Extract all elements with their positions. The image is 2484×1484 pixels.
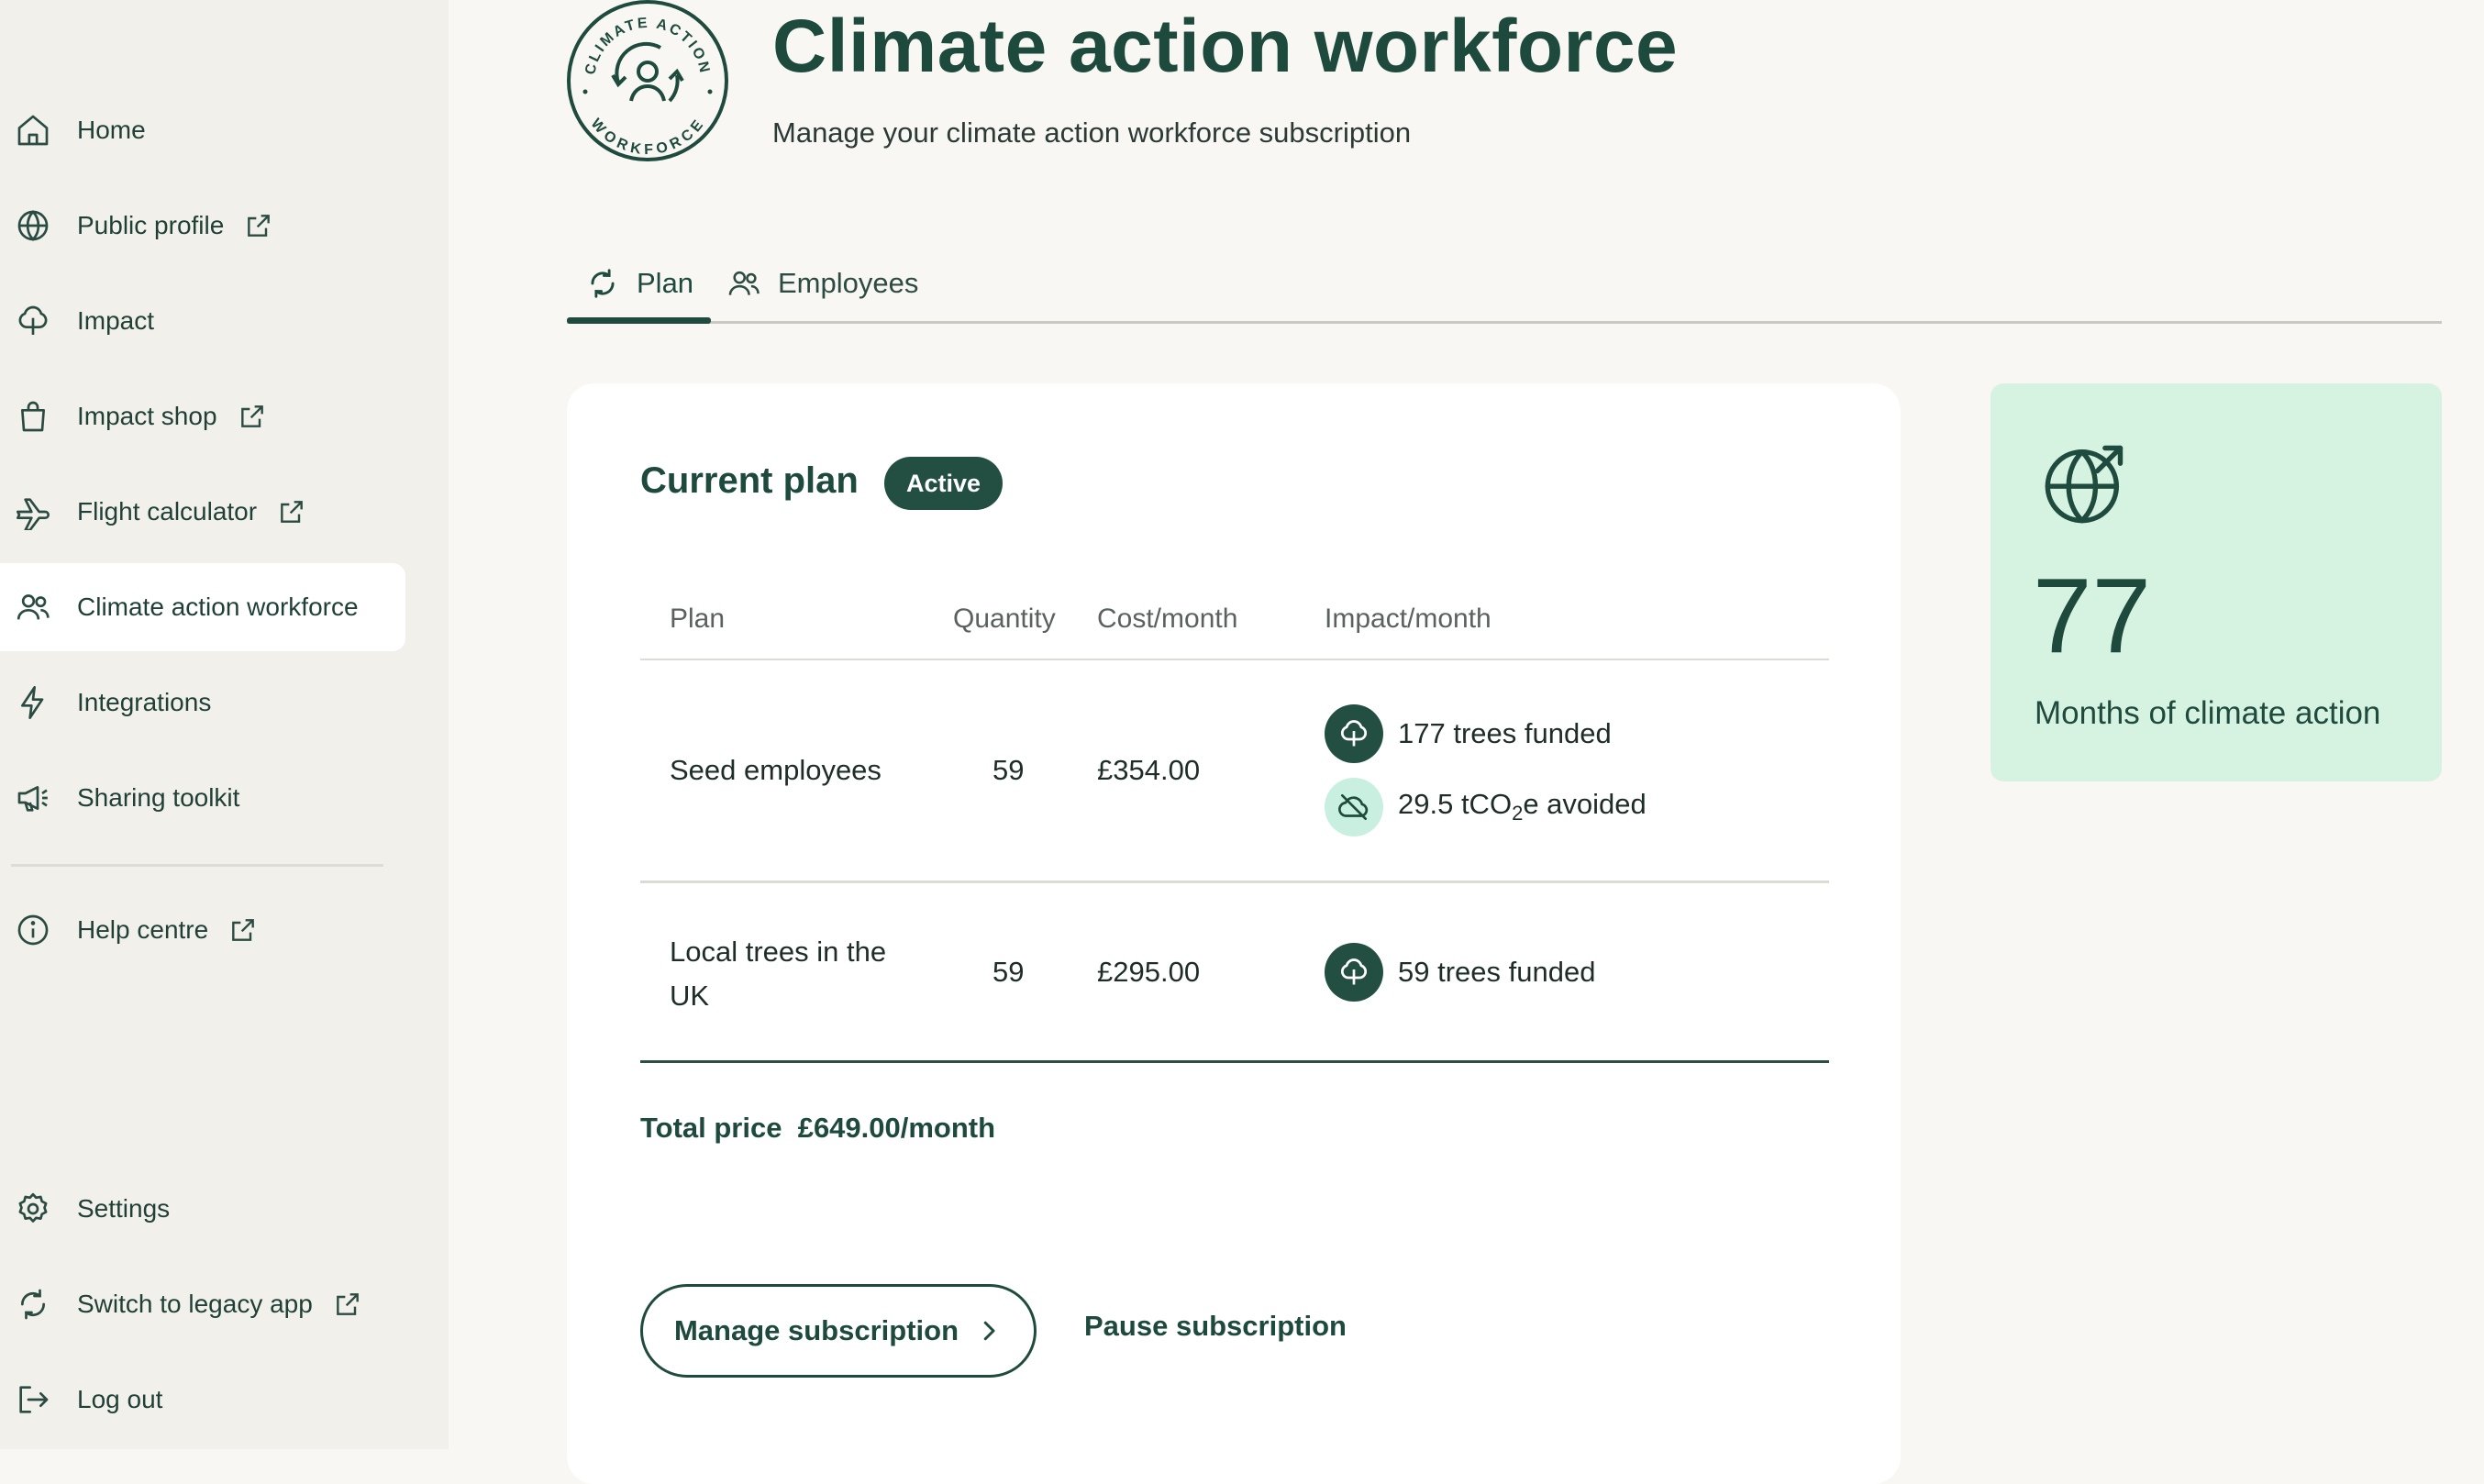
table-total-divider <box>640 1060 1829 1063</box>
total-price: Total price £649.00/month <box>640 1112 995 1145</box>
chevron-right-icon <box>983 1321 995 1341</box>
manage-subscription-button[interactable]: Manage subscription <box>640 1284 1037 1378</box>
external-link-icon <box>281 501 303 523</box>
button-label: Manage subscription <box>673 1314 959 1346</box>
status-badge: Active <box>884 457 1004 510</box>
sidebar-item-label: Impact shop <box>77 402 217 430</box>
column-header-impact: Impact/month <box>1325 604 1492 634</box>
sidebar-item-integrations[interactable]: Integrations <box>0 659 405 747</box>
sidebar-item-label: Integrations <box>77 688 212 716</box>
external-link-icon <box>240 405 263 427</box>
card-title: Current plan <box>640 460 859 501</box>
external-link-icon <box>248 215 271 237</box>
megaphone-icon <box>17 786 48 812</box>
sidebar-item-label: Help centre <box>77 915 209 944</box>
tree-icon <box>1325 704 1383 763</box>
plane-icon <box>17 498 50 530</box>
tab-label: Employees <box>778 267 919 299</box>
sidebar-item-impact[interactable]: Impact <box>0 277 405 365</box>
tab-bar-divider <box>567 321 2442 324</box>
lightning-icon <box>21 686 44 719</box>
sidebar-item-label: Home <box>77 116 146 144</box>
globe-arrow-icon <box>2045 445 2124 524</box>
sidebar-item-settings[interactable]: Settings <box>0 1165 405 1253</box>
refresh-icon <box>20 1289 46 1320</box>
impact-text: 177 trees funded <box>1398 717 1612 749</box>
tab-employees[interactable]: Employees <box>726 248 918 319</box>
impact-item: 177 trees funded <box>1325 704 1612 763</box>
sidebar-item-label: Switch to legacy app <box>77 1290 313 1318</box>
sidebar-item-label: Impact <box>77 306 155 335</box>
sidebar-item-impact-shop[interactable]: Impact shop <box>0 372 405 460</box>
sidebar-item-sharing-toolkit[interactable]: Sharing toolkit <box>0 754 405 842</box>
table-header-divider <box>640 659 1829 660</box>
sidebar-item-climate-action-workforce[interactable]: Climate action workforce <box>0 563 405 651</box>
current-plan-card: Current plan Active Plan Quantity Cost/m… <box>567 383 1901 1484</box>
page-title: Climate action workforce <box>772 5 1679 88</box>
cloud-off-icon <box>1325 778 1383 836</box>
users-icon <box>728 271 760 295</box>
sidebar-item-label: Public profile <box>77 211 225 239</box>
tree-icon <box>1325 943 1383 1002</box>
impact-text: 29.5 tCO2e avoided <box>1398 788 1647 825</box>
impact-text: 59 trees funded <box>1398 956 1596 988</box>
pause-subscription-button[interactable]: Pause subscription <box>1084 1310 1347 1343</box>
column-header-plan: Plan <box>670 604 726 634</box>
sidebar-item-label: Log out <box>77 1385 163 1413</box>
plan-cost: £295.00 <box>1097 956 1201 988</box>
page-subtitle: Manage your climate action workforce sub… <box>772 116 1412 149</box>
tab-plan[interactable]: Plan <box>585 248 693 319</box>
impact-item: 29.5 tCO2e avoided <box>1325 778 1647 836</box>
plan-quantity: 59 <box>992 754 1025 786</box>
users-icon <box>17 594 50 620</box>
impact-item: 59 trees funded <box>1325 943 1595 1002</box>
sidebar-item-public-profile[interactable]: Public profile <box>0 182 405 270</box>
active-tab-indicator <box>567 317 711 324</box>
sidebar-item-home[interactable]: Home <box>0 86 405 174</box>
sidebar-item-flight-calculator[interactable]: Flight calculator <box>0 468 405 556</box>
tab-label: Plan <box>637 267 694 299</box>
column-header-cost: Cost/month <box>1097 604 1238 634</box>
months-stat-card: 77 Months of climate action <box>1991 383 2442 781</box>
climate-action-workforce-logo: CLIMATE ACTION WORKFORCE <box>567 0 728 161</box>
sidebar-divider <box>11 864 383 867</box>
sidebar-item-help-centre[interactable]: Help centre <box>0 886 405 974</box>
plan-name: Local trees in the UK <box>670 936 887 1012</box>
sidebar-item-switch-legacy[interactable]: Switch to legacy app <box>0 1260 405 1348</box>
plan-quantity: 59 <box>992 956 1025 988</box>
sidebar-item-label: Settings <box>77 1194 171 1223</box>
plan-name: Seed employees <box>670 754 882 786</box>
sidebar-item-log-out[interactable]: Log out <box>0 1356 405 1444</box>
stat-label: Months of climate action <box>2035 695 2381 731</box>
sidebar-item-label: Climate action workforce <box>77 592 359 621</box>
sidebar-item-label: Sharing toolkit <box>77 783 240 812</box>
stat-value: 77 <box>2033 556 2152 675</box>
info-icon <box>17 914 49 946</box>
total-label: Total price <box>640 1112 782 1144</box>
tree-icon <box>18 305 48 335</box>
plan-cost: £354.00 <box>1097 754 1201 786</box>
column-header-quantity: Quantity <box>953 604 1056 634</box>
total-value: £649.00/month <box>797 1112 996 1144</box>
shopping-bag-icon <box>21 401 46 432</box>
home-icon <box>17 115 49 146</box>
globe-icon <box>17 210 49 241</box>
table-row-divider <box>640 880 1829 883</box>
refresh-icon <box>591 269 615 298</box>
external-link-icon <box>232 919 255 941</box>
gear-icon <box>18 1192 48 1223</box>
external-link-icon <box>336 1293 359 1315</box>
tab-bar: Plan Employees <box>567 248 2442 327</box>
logout-icon <box>19 1386 49 1413</box>
sidebar-item-label: Flight calculator <box>77 497 258 526</box>
sidebar: Home Public profile Impact Impact shop F… <box>0 0 449 1449</box>
